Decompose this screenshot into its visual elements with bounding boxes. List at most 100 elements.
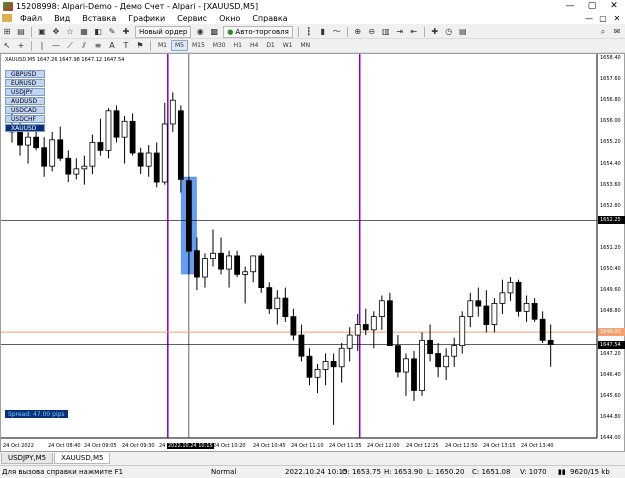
line-chart-icon[interactable]: 〜: [331, 26, 343, 38]
chart-window[interactable]: XAUUSD,M5 1647.26 1647.98 1647.12 1647.5…: [0, 53, 625, 452]
close-button[interactable]: ✕: [603, 0, 625, 12]
fibonacci-icon[interactable]: ≡: [92, 40, 104, 52]
candle-body: [547, 339, 554, 345]
text-tool-icon[interactable]: A: [106, 40, 118, 52]
signals-icon[interactable]: ◉: [194, 26, 206, 38]
time-tick-label: 24 Oct 13:15: [483, 443, 516, 449]
timeframe-h4[interactable]: H4: [246, 40, 262, 51]
horizontal-line-icon[interactable]: —: [50, 40, 62, 52]
candle-body: [531, 303, 538, 320]
symbol-usdcad[interactable]: USDCAD: [5, 106, 45, 114]
timeframe-m1[interactable]: M1: [154, 40, 171, 51]
menu-help[interactable]: Справка: [246, 14, 293, 23]
candle-body: [386, 300, 393, 347]
mdi-close-button[interactable]: ✕: [611, 12, 623, 24]
zoom-in-icon[interactable]: ⊕: [352, 26, 364, 38]
chart-shift-icon[interactable]: ⇤: [408, 26, 420, 38]
terminal-icon[interactable]: ▦: [78, 26, 90, 38]
label-tool-icon[interactable]: T: [120, 40, 132, 52]
status-bar: Для вызова справки нажмите F1 Normal 202…: [0, 465, 625, 478]
tab-usdjpy[interactable]: USDJPY,M5: [1, 453, 54, 464]
menu-tools[interactable]: Сервис: [171, 14, 213, 23]
candle-body: [274, 297, 281, 310]
price-tick-label: 1652.80: [600, 202, 621, 209]
timeframe-m30[interactable]: M30: [209, 40, 230, 51]
market-icon[interactable]: ▩: [208, 26, 220, 38]
price-chart[interactable]: [1, 54, 624, 451]
candle-body: [218, 252, 224, 270]
timeframe-d1[interactable]: D1: [262, 40, 278, 51]
arrow-tool-icon[interactable]: ⚑: [134, 40, 146, 52]
candle-body: [210, 252, 216, 259]
trendline-icon[interactable]: ⟋: [64, 40, 76, 52]
vertical-line-icon[interactable]: |: [36, 40, 48, 52]
price-tick-label: 1657.60: [600, 76, 621, 83]
new-order-icon: ✚: [122, 27, 130, 36]
time-tick-label: 24 Oct 12:25: [406, 443, 439, 449]
market-watch-icon[interactable]: ▣: [36, 26, 48, 38]
crosshair-icon[interactable]: +: [15, 40, 27, 52]
candle-body: [338, 347, 345, 368]
autotrading-icon: ●: [227, 27, 234, 36]
menu-charts[interactable]: Графики: [122, 14, 171, 23]
timeframe-w1[interactable]: W1: [279, 40, 297, 51]
chat-icon[interactable]: ✉: [611, 26, 623, 38]
indicators-icon[interactable]: ✚: [429, 26, 441, 38]
navigator-icon[interactable]: ☆: [64, 26, 76, 38]
menu-view[interactable]: Вид: [48, 14, 76, 23]
maximize-button[interactable]: ▢: [581, 0, 603, 12]
mdi-minimize-button[interactable]: —: [583, 12, 595, 24]
search-icon[interactable]: ⌕: [597, 26, 609, 38]
symbol-eurusd[interactable]: EURUSD: [5, 79, 45, 87]
candle-body: [475, 300, 482, 307]
autotrading-button[interactable]: ● Авто-торговля: [223, 25, 293, 38]
symbol-audusd[interactable]: AUDUSD: [5, 97, 45, 105]
symbol-usdjpy[interactable]: USDJPY: [5, 88, 45, 96]
symbol-usdchf[interactable]: USDCHF: [5, 115, 45, 123]
zoom-out-icon[interactable]: ⊖: [366, 26, 378, 38]
new-order-button[interactable]: Новый ордер: [135, 25, 192, 38]
templates-icon[interactable]: ▤: [457, 26, 469, 38]
symbol-gbpusd[interactable]: GBPUSD: [5, 70, 45, 78]
candle-body: [467, 300, 474, 318]
candle-body: [242, 271, 249, 275]
tab-xauusd[interactable]: XAUUSD,M5: [54, 453, 111, 464]
price-tick-label: 1651.20: [600, 245, 621, 251]
tile-windows-icon[interactable]: ▥: [380, 26, 392, 38]
candle-body: [121, 120, 128, 138]
data-window-icon[interactable]: ✥: [50, 26, 62, 38]
symbol-xauusd[interactable]: XAUUSD: [5, 124, 45, 132]
timeframe-h1[interactable]: H1: [230, 40, 246, 51]
candlestick-icon[interactable]: ▮: [317, 26, 329, 38]
menu-insert[interactable]: Вставка: [76, 14, 122, 23]
mdi-restore-button[interactable]: ▢: [597, 12, 609, 24]
profiles-icon[interactable]: ▤: [15, 26, 27, 38]
price-tick-label: 1654.40: [600, 160, 621, 167]
candle-body: [194, 250, 200, 278]
menu-file[interactable]: Файл: [14, 14, 48, 23]
candle-body: [33, 136, 40, 149]
timeframe-mn[interactable]: MN: [297, 40, 315, 51]
minimize-button[interactable]: —: [559, 0, 581, 12]
candle-body: [539, 318, 546, 341]
candle-body: [25, 136, 31, 146]
timeframe-m15[interactable]: M15: [188, 40, 209, 51]
candle-body: [459, 316, 466, 347]
periods-icon[interactable]: ◷: [443, 26, 455, 38]
menu-window[interactable]: Окно: [213, 14, 246, 23]
editor-icon[interactable]: ✎: [106, 26, 118, 38]
candle-body: [443, 355, 450, 368]
candle-body: [362, 324, 369, 331]
new-chart-icon[interactable]: ⊞: [1, 26, 13, 38]
cursor-icon[interactable]: ↖: [1, 40, 13, 52]
chart-tabs: USDJPY,M5 XAUUSD,M5: [0, 452, 625, 464]
bar-chart-icon[interactable]: ┇: [303, 26, 315, 38]
autoscroll-icon[interactable]: ⇥: [394, 26, 406, 38]
tester-icon[interactable]: ◧: [92, 26, 104, 38]
channel-icon[interactable]: ⫽: [78, 40, 90, 52]
candle-body: [137, 152, 144, 167]
timeframe-m5[interactable]: M5: [171, 40, 188, 51]
candle-body: [250, 255, 257, 273]
candle-body: [145, 152, 152, 167]
chart-header: XAUUSD,M5 1647.26 1647.98 1647.12 1647.5…: [5, 57, 125, 63]
